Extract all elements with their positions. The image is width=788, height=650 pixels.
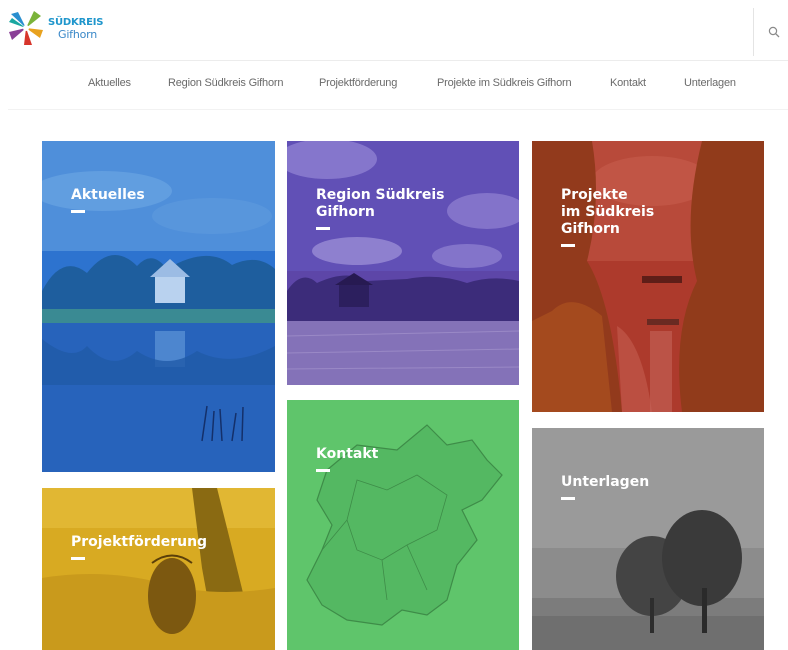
search-icon bbox=[768, 26, 780, 38]
tile-region[interactable]: Region Südkreis Gifhorn bbox=[287, 141, 519, 385]
logo-text: SÜDKREIS Gifhorn bbox=[48, 17, 103, 41]
tile-projektfoerderung-label: Projektförderung bbox=[71, 534, 208, 550]
tile-unterlagen-title: Unterlagen bbox=[561, 457, 731, 517]
tile-kontakt-underline bbox=[316, 469, 330, 472]
tile-aktuelles-title: Aktuelles bbox=[71, 170, 241, 230]
tile-projektfoerderung[interactable]: Projektförderung bbox=[42, 488, 275, 650]
tile-aktuelles[interactable]: Aktuelles bbox=[42, 141, 275, 472]
tile-aktuelles-label: Aktuelles bbox=[71, 187, 145, 203]
tile-projekte[interactable]: Projekte im Südkreis Gifhorn bbox=[532, 141, 764, 412]
search-button[interactable] bbox=[753, 8, 788, 56]
tile-aktuelles-underline bbox=[71, 210, 85, 213]
tile-projektfoerderung-underline bbox=[71, 557, 85, 560]
main-nav: Aktuelles Region Südkreis Gifhorn Projek… bbox=[70, 60, 788, 109]
tile-region-title: Region Südkreis Gifhorn bbox=[316, 170, 486, 247]
nav-item-aktuelles[interactable]: Aktuelles bbox=[88, 77, 131, 89]
nav-divider bbox=[8, 109, 788, 110]
tile-kontakt-title: Kontakt bbox=[316, 429, 486, 489]
nav-item-unterlagen[interactable]: Unterlagen bbox=[684, 77, 736, 89]
logo-icon bbox=[9, 11, 43, 45]
nav-item-kontakt[interactable]: Kontakt bbox=[610, 77, 646, 89]
tile-kontakt[interactable]: Kontakt bbox=[287, 400, 519, 650]
nav-item-projekte[interactable]: Projekte im Südkreis Gifhorn bbox=[437, 77, 572, 89]
tile-unterlagen[interactable]: Unterlagen bbox=[532, 428, 764, 650]
nav-item-projektfoerderung[interactable]: Projektförderung bbox=[319, 77, 397, 89]
tile-unterlagen-label: Unterlagen bbox=[561, 474, 650, 490]
logo-line-2: Gifhorn bbox=[58, 28, 98, 41]
tile-region-label: Region Südkreis Gifhorn bbox=[316, 187, 445, 220]
tile-projekte-label: Projekte im Südkreis Gifhorn bbox=[561, 187, 655, 237]
tile-projektfoerderung-title: Projektförderung bbox=[71, 517, 241, 577]
tile-region-underline bbox=[316, 227, 330, 230]
tile-projekte-underline bbox=[561, 244, 575, 247]
nav-item-region[interactable]: Region Südkreis Gifhorn bbox=[168, 77, 283, 89]
tile-projekte-title: Projekte im Südkreis Gifhorn bbox=[561, 170, 731, 264]
site-logo[interactable]: SÜDKREIS Gifhorn bbox=[8, 8, 112, 50]
tile-unterlagen-underline bbox=[561, 497, 575, 500]
tile-kontakt-label: Kontakt bbox=[316, 446, 379, 462]
